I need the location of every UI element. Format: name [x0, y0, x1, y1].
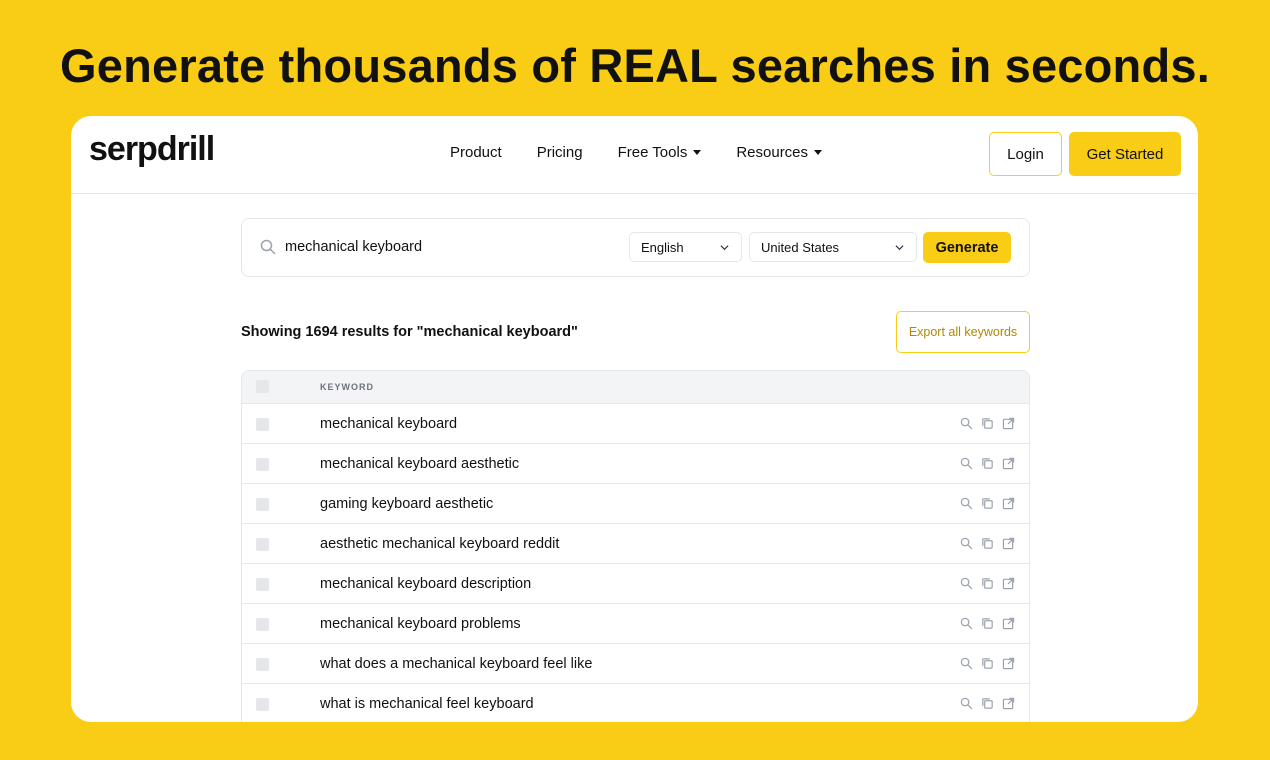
row-checkbox[interactable]	[256, 498, 269, 511]
results-summary: Showing 1694 results for "mechanical key…	[241, 324, 578, 340]
copy-icon[interactable]	[981, 617, 994, 630]
keyword-cell: mechanical keyboard description	[320, 576, 532, 592]
search-icon[interactable]	[960, 577, 973, 590]
table-row: mechanical keyboard problems	[242, 604, 1029, 644]
caret-down-icon	[693, 150, 702, 155]
login-button[interactable]: Login	[989, 132, 1062, 176]
search-icon[interactable]	[960, 497, 973, 510]
row-checkbox[interactable]	[256, 418, 269, 431]
search-icon[interactable]	[960, 537, 973, 550]
table-row: mechanical keyboard aesthetic	[242, 444, 1029, 484]
external-link-icon[interactable]	[1002, 417, 1015, 430]
row-actions	[960, 617, 1015, 630]
search-icon[interactable]	[960, 457, 973, 470]
copy-icon[interactable]	[981, 577, 994, 590]
copy-icon[interactable]	[981, 417, 994, 430]
row-checkbox[interactable]	[256, 538, 269, 551]
copy-icon[interactable]	[981, 697, 994, 710]
top-navbar: serpdrill Product Pricing Free Tools Res…	[71, 116, 1198, 194]
copy-icon[interactable]	[981, 657, 994, 670]
keyword-cell: mechanical keyboard aesthetic	[320, 456, 520, 472]
row-checkbox[interactable]	[256, 658, 269, 671]
copy-icon[interactable]	[981, 457, 994, 470]
keyword-cell: aesthetic mechanical keyboard reddit	[320, 536, 560, 552]
keyword-cell: what does a mechanical keyboard feel lik…	[320, 656, 593, 672]
row-actions	[960, 457, 1015, 470]
search-icon[interactable]	[960, 617, 973, 630]
row-actions	[960, 577, 1015, 590]
row-checkbox[interactable]	[256, 578, 269, 591]
get-started-button[interactable]: Get Started	[1069, 132, 1181, 176]
row-actions	[960, 657, 1015, 670]
table-header: KEYWORD	[242, 371, 1029, 404]
search-icon[interactable]	[960, 657, 973, 670]
table-row: gaming keyboard aesthetic	[242, 484, 1029, 524]
table-row: mechanical keyboard	[242, 404, 1029, 444]
nav-product-label: Product	[450, 144, 502, 161]
keyword-cell: gaming keyboard aesthetic	[320, 496, 494, 512]
external-link-icon[interactable]	[1002, 497, 1015, 510]
external-link-icon[interactable]	[1002, 537, 1015, 550]
search-icon	[260, 239, 276, 255]
chevron-down-icon	[720, 245, 729, 251]
keyword-table: KEYWORD mechanical keyboard mechanical ke…	[241, 370, 1030, 722]
copy-icon[interactable]	[981, 537, 994, 550]
row-actions	[960, 697, 1015, 710]
row-actions	[960, 537, 1015, 550]
nav-pricing[interactable]: Pricing	[537, 144, 583, 161]
copy-icon[interactable]	[981, 497, 994, 510]
country-select[interactable]: United States	[749, 232, 917, 262]
search-icon[interactable]	[960, 697, 973, 710]
external-link-icon[interactable]	[1002, 697, 1015, 710]
external-link-icon[interactable]	[1002, 657, 1015, 670]
table-row: mechanical keyboard description	[242, 564, 1029, 604]
keyword-cell: mechanical keyboard	[320, 416, 458, 432]
chevron-down-icon	[895, 245, 904, 251]
row-checkbox[interactable]	[256, 458, 269, 471]
app-window: serpdrill Product Pricing Free Tools Res…	[71, 116, 1198, 722]
logo[interactable]: serpdrill	[89, 130, 215, 169]
column-header-keyword: KEYWORD	[320, 382, 374, 392]
export-keywords-button[interactable]: Export all keywords	[896, 311, 1030, 353]
row-checkbox[interactable]	[256, 618, 269, 631]
search-input[interactable]: mechanical keyboard	[285, 239, 422, 255]
row-actions	[960, 417, 1015, 430]
table-row: aesthetic mechanical keyboard reddit	[242, 524, 1029, 564]
external-link-icon[interactable]	[1002, 577, 1015, 590]
country-select-value: United States	[761, 239, 840, 255]
external-link-icon[interactable]	[1002, 457, 1015, 470]
search-icon[interactable]	[960, 417, 973, 430]
nav-free-tools-label: Free Tools	[617, 144, 688, 161]
table-row: what does a mechanical keyboard feel lik…	[242, 644, 1029, 684]
caret-down-icon	[814, 150, 823, 155]
external-link-icon[interactable]	[1002, 617, 1015, 630]
language-select[interactable]: English	[629, 232, 742, 262]
keyword-cell: what is mechanical feel keyboard	[320, 696, 534, 712]
keyword-search-bar: mechanical keyboard English United State…	[241, 218, 1030, 277]
keyword-cell: mechanical keyboard problems	[320, 616, 521, 632]
select-all-checkbox[interactable]	[256, 380, 269, 393]
nav-product[interactable]: Product	[450, 144, 502, 161]
nav-free-tools[interactable]: Free Tools	[618, 144, 702, 161]
nav-pricing-label: Pricing	[536, 144, 583, 161]
nav-resources[interactable]: Resources	[736, 144, 823, 161]
generate-button[interactable]: Generate	[923, 232, 1011, 263]
nav-resources-label: Resources	[736, 144, 809, 161]
table-body: mechanical keyboard mechanical keyboard a…	[242, 404, 1029, 722]
table-row: what is mechanical feel keyboard	[242, 684, 1029, 722]
row-actions	[960, 497, 1015, 510]
language-select-value: English	[641, 239, 684, 255]
headline: Generate thousands of REAL searches in s…	[60, 39, 1210, 92]
row-checkbox[interactable]	[256, 698, 269, 711]
nav-links: Product Pricing Free Tools Resources	[450, 144, 857, 161]
